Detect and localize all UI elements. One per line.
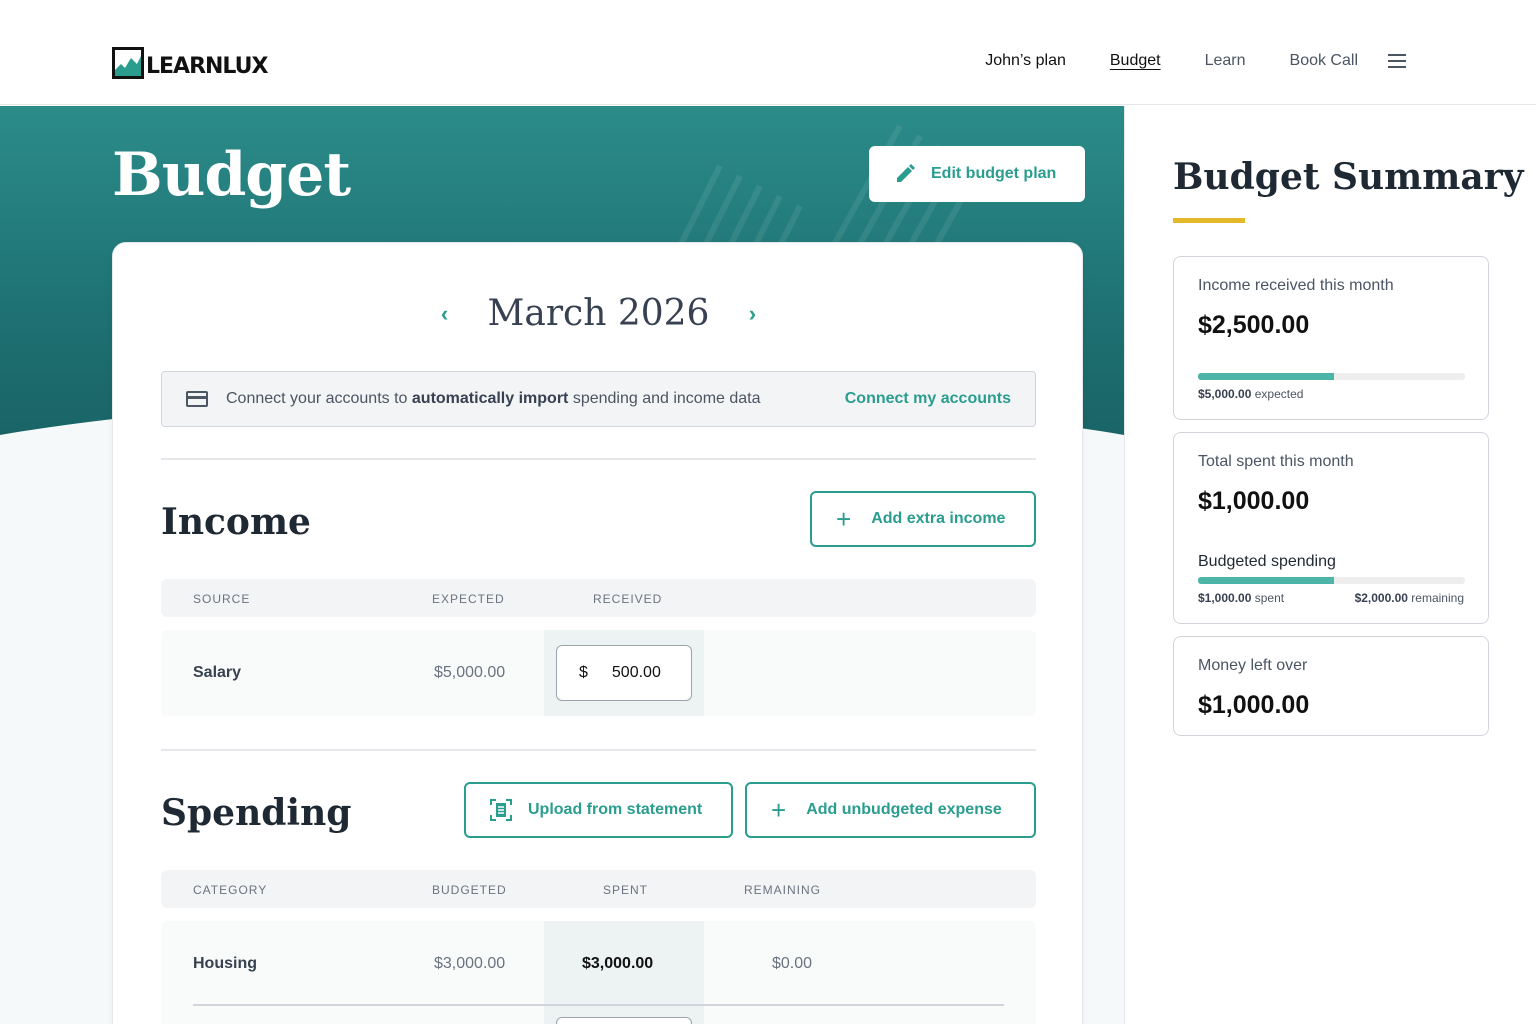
- header-remaining: REMAINING: [744, 883, 822, 897]
- income-received-value: $2,500.00: [1198, 311, 1310, 339]
- row-divider: [193, 1004, 1004, 1006]
- top-navigation: LEARNLUX John’s plan Budget Learn Book C…: [0, 0, 1536, 105]
- summary-title-underline: [1173, 218, 1245, 223]
- connect-text-after: spending and income data: [568, 390, 761, 407]
- upload-from-statement-label: Upload from statement: [528, 801, 703, 818]
- nav-link-budget[interactable]: Budget: [1110, 52, 1161, 70]
- learnlux-logo[interactable]: LEARNLUX: [112, 46, 268, 79]
- add-unbudgeted-expense-button[interactable]: + Add unbudgeted expense: [745, 782, 1036, 838]
- connect-accounts-text: Connect your accounts to automatically i…: [226, 390, 761, 408]
- upload-from-statement-button[interactable]: Upload from statement: [464, 782, 733, 838]
- connect-my-accounts-link[interactable]: Connect my accounts: [845, 390, 1011, 408]
- divider: [161, 749, 1036, 751]
- spending-category: Housing: [193, 955, 257, 972]
- spending-spent: $3,000.00: [582, 955, 654, 972]
- income-received-card: Income received this month $2,500.00 $5,…: [1173, 256, 1489, 420]
- income-section-title: Income: [161, 501, 311, 543]
- spending-progress-fill: [1198, 577, 1335, 584]
- header-expected: EXPECTED: [432, 592, 505, 606]
- total-spent-card: Total spent this month $1,000.00 Budgete…: [1173, 432, 1489, 624]
- month-label: March 2026: [487, 293, 710, 334]
- nav-link-learn[interactable]: Learn: [1205, 52, 1246, 70]
- total-spent-label: Total spent this month: [1198, 453, 1354, 470]
- edit-budget-plan-button[interactable]: Edit budget plan: [869, 146, 1085, 202]
- budget-summary-sidebar: Budget Summary Income received this mont…: [1124, 106, 1536, 1024]
- remaining-note: $2,000.00 remaining: [1355, 591, 1464, 605]
- document-scan-icon: [490, 799, 512, 821]
- income-progress-fill: [1198, 373, 1335, 380]
- add-extra-income-button[interactable]: + Add extra income: [810, 491, 1036, 547]
- budget-main-area: Budget Edit budget plan ‹ March 2026 › C…: [0, 106, 1124, 1024]
- plus-icon: +: [771, 795, 787, 825]
- previous-month-chevron-icon[interactable]: ‹: [430, 301, 460, 327]
- spending-section-title: Spending: [161, 792, 352, 834]
- credit-card-icon: [186, 391, 208, 407]
- spending-remaining: $0.00: [772, 955, 813, 972]
- logo-chart-icon: [112, 46, 144, 79]
- connect-accounts-banner: Connect your accounts to automatically i…: [161, 371, 1036, 427]
- spent-note: $1,000.00 spent: [1198, 591, 1284, 605]
- spending-progress-bar: [1198, 577, 1465, 584]
- income-table-header: SOURCE EXPECTED RECEIVED: [161, 579, 1036, 617]
- income-expected-word: expected: [1254, 387, 1304, 401]
- nav-links: John’s plan Budget Learn Book Call: [941, 52, 1406, 70]
- income-expected-note: $5,000.00 expected: [1198, 387, 1303, 401]
- spending-table-header: CATEGORY BUDGETED SPENT REMAINING: [161, 870, 1036, 908]
- received-amount-input[interactable]: $ 500.00: [556, 645, 692, 701]
- budget-card: ‹ March 2026 › Connect your accounts to …: [112, 242, 1083, 1024]
- budgeted-spending-label: Budgeted spending: [1198, 553, 1336, 570]
- header-received: RECEIVED: [593, 592, 663, 606]
- logo-text: LEARNLUX: [146, 54, 268, 79]
- header-spent: SPENT: [603, 883, 649, 897]
- spending-budgeted: $3,000.00: [434, 955, 506, 972]
- income-expected-amount: $5,000.00: [1198, 387, 1252, 401]
- spent-amount: $1,000.00: [1198, 591, 1252, 605]
- connect-text-before: Connect your accounts to: [226, 390, 412, 407]
- header-category: CATEGORY: [193, 883, 268, 897]
- income-received-label: Income received this month: [1198, 277, 1394, 294]
- page-title: Budget: [112, 140, 351, 210]
- connect-text-bold: automatically import: [411, 390, 569, 407]
- income-progress-bar: [1198, 373, 1465, 380]
- add-unbudgeted-expense-label: Add unbudgeted expense: [806, 801, 1002, 818]
- header-source: SOURCE: [193, 592, 251, 606]
- month-navigator: ‹ March 2026 ›: [113, 293, 1084, 334]
- income-source: Salary: [193, 664, 242, 681]
- next-month-chevron-icon[interactable]: ›: [737, 301, 767, 327]
- remaining-word: remaining: [1411, 591, 1464, 605]
- received-amount-value: 500.00: [611, 664, 661, 681]
- plus-icon: +: [836, 504, 852, 534]
- edit-budget-plan-label: Edit budget plan: [931, 165, 1057, 182]
- nav-link-johns-plan[interactable]: John’s plan: [985, 52, 1066, 70]
- pencil-icon: [897, 164, 915, 182]
- hamburger-menu-icon[interactable]: [1388, 54, 1406, 68]
- income-expected: $5,000.00: [434, 664, 506, 681]
- currency-symbol: $: [579, 664, 588, 681]
- table-row: Salary $5,000.00 $ 500.00: [161, 630, 1036, 716]
- remaining-amount: $2,000.00: [1354, 591, 1408, 605]
- summary-title: Budget Summary: [1173, 156, 1524, 198]
- add-extra-income-label: Add extra income: [871, 510, 1006, 527]
- spent-word: spent: [1254, 591, 1285, 605]
- money-left-label: Money left over: [1198, 657, 1308, 674]
- divider: [161, 458, 1036, 460]
- nav-link-book-call[interactable]: Book Call: [1290, 52, 1358, 70]
- table-row: Housing $3,000.00 $3,000.00 $0.00: [161, 921, 1036, 1024]
- money-left-value: $1,000.00: [1198, 691, 1310, 719]
- spent-amount-input[interactable]: [556, 1017, 692, 1024]
- total-spent-value: $1,000.00: [1198, 487, 1310, 515]
- money-left-card: Money left over $1,000.00: [1173, 636, 1489, 736]
- header-budgeted: BUDGETED: [432, 883, 507, 897]
